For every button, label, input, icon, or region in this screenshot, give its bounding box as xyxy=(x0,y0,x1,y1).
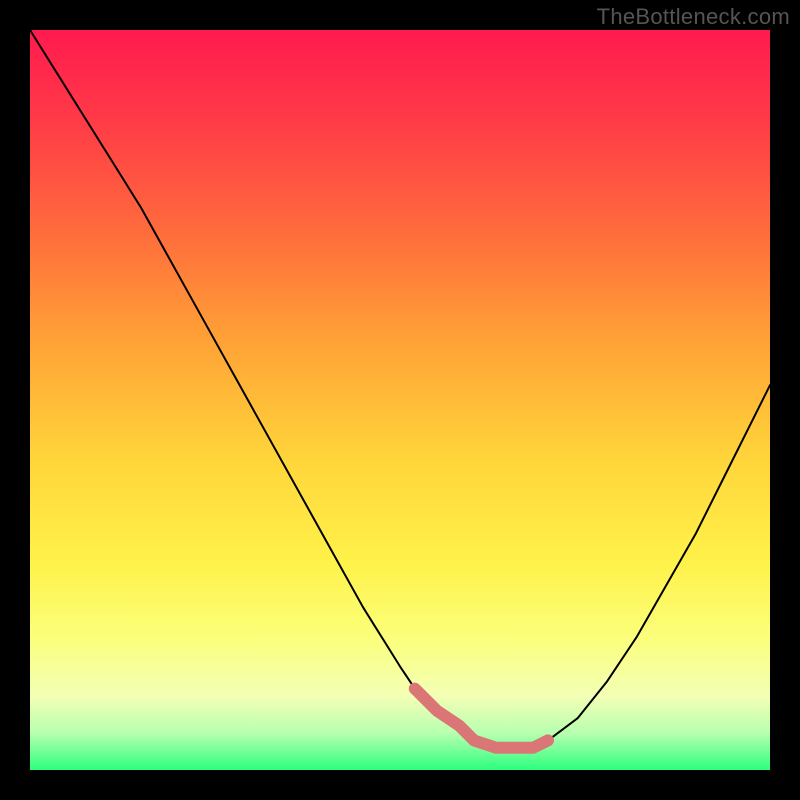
chart-frame: TheBottleneck.com xyxy=(0,0,800,800)
curve-svg xyxy=(30,30,770,770)
plot-area xyxy=(30,30,770,770)
optimal-range-path xyxy=(415,689,548,748)
bottleneck-curve-path xyxy=(30,30,770,748)
attribution-label: TheBottleneck.com xyxy=(597,4,790,30)
